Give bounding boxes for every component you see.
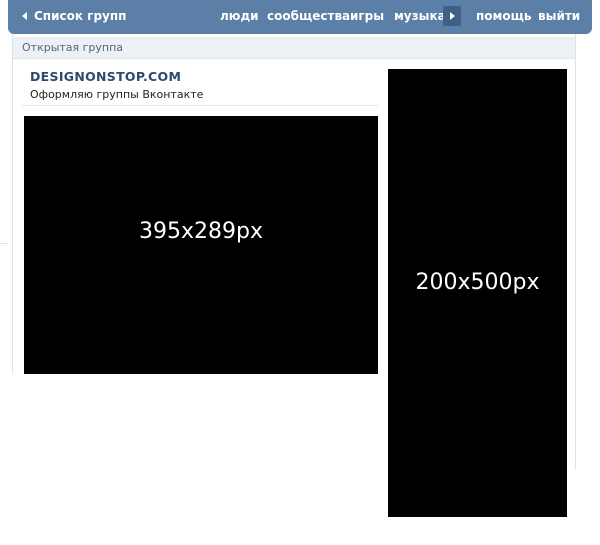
- back-link-label: Список групп: [34, 9, 127, 23]
- chevron-left-icon: [22, 12, 27, 20]
- nav-logout-link[interactable]: выйти: [538, 9, 580, 23]
- back-to-group-list-link[interactable]: Список групп: [22, 9, 126, 23]
- group-type-label: Открытая группа: [22, 41, 124, 54]
- content-frame-right-border: [575, 34, 576, 470]
- top-navigation-bar: Список групп люди сообщества игры музыка…: [8, 0, 592, 34]
- nav-people-link[interactable]: люди: [220, 9, 259, 23]
- avatar-size-label: 200x500px: [415, 269, 540, 295]
- group-avatar-image-placeholder[interactable]: 200x500px: [388, 69, 567, 517]
- nav-help-link[interactable]: помощь: [476, 9, 531, 23]
- frame-divider: [0, 243, 8, 244]
- nav-more-button[interactable]: [443, 6, 461, 26]
- header-divider: [22, 105, 378, 106]
- main-cover-image-placeholder: 395x289px: [24, 116, 378, 374]
- group-type-bar: Открытая группа: [13, 37, 575, 59]
- nav-music-link[interactable]: музыка: [394, 9, 446, 23]
- nav-communities-link[interactable]: сообщества: [267, 9, 350, 23]
- content-frame-left-border: [12, 34, 13, 374]
- main-cover-size-label: 395x289px: [139, 218, 263, 244]
- group-name: DESIGNONSTOP.COM: [30, 69, 182, 84]
- group-status[interactable]: Оформляю группы Вконтакте: [30, 88, 203, 101]
- play-icon: [450, 12, 455, 20]
- nav-games-link[interactable]: игры: [350, 9, 384, 23]
